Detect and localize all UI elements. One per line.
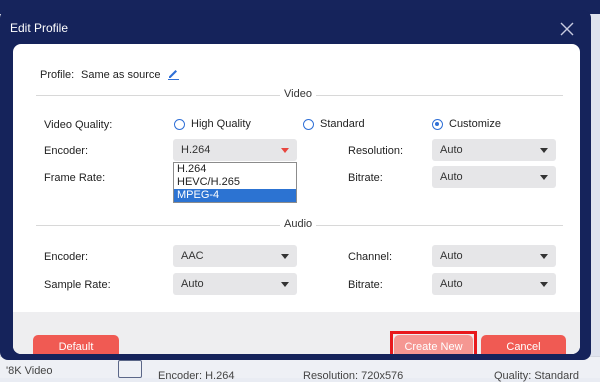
radio-label: High Quality [191,118,251,130]
create-new-highlight-box [390,331,477,354]
radio-label: Customize [449,118,501,130]
chevron-down-icon [540,281,548,287]
background-resolution-text: Resolution: 720x576 [303,370,404,382]
radio-high-quality[interactable]: High Quality [174,118,251,130]
channel-label: Channel: [348,251,393,263]
video-thumbnail-icon [118,360,142,378]
video-section-title: Video [280,88,316,100]
video-quality-label: Video Quality: [44,119,113,131]
audio-bitrate-value: Auto [440,278,463,290]
channel-select[interactable]: Auto [432,245,556,267]
radio-standard[interactable]: Standard [303,118,365,130]
chevron-down-icon [540,147,548,153]
video-encoder-dropdown-list: H.264 HEVC/H.265 MPEG-4 [173,162,297,203]
video-bitrate-select[interactable]: Auto [432,166,556,188]
chevron-down-icon [540,174,548,180]
dialog-footer: Default Create New Cancel [13,312,580,354]
sample-rate-label: Sample Rate: [44,279,111,291]
sample-rate-value: Auto [181,278,204,290]
edit-profile-dialog: Edit Profile Profile: Same as source Vid… [0,10,591,360]
audio-bitrate-label: Bitrate: [348,279,383,291]
video-encoder-select[interactable]: H.264 [173,139,297,161]
close-button[interactable] [557,19,577,39]
dropdown-option-hevc[interactable]: HEVC/H.265 [174,176,296,189]
profile-label: Profile: [40,69,75,81]
video-encoder-label: Encoder: [44,145,89,157]
profile-value: Same as source [81,69,161,81]
chevron-down-icon [540,253,548,259]
resolution-value: Auto [440,144,463,156]
radio-circle-selected [432,118,443,130]
resolution-label: Resolution: [348,145,404,157]
audio-encoder-label: Encoder: [44,251,89,263]
sample-rate-select[interactable]: Auto [173,273,297,295]
background-quality-text: Quality: Standard [494,370,579,382]
frame-rate-label: Frame Rate: [44,172,106,184]
edit-profile-button[interactable] [167,67,180,80]
audio-bitrate-select[interactable]: Auto [432,273,556,295]
resolution-select[interactable]: Auto [432,139,556,161]
cancel-button[interactable]: Cancel [481,335,566,354]
pencil-icon [168,70,179,80]
video-encoder-value: H.264 [181,144,211,156]
audio-encoder-value: AAC [181,250,204,262]
audio-encoder-select[interactable]: AAC [173,245,297,267]
chevron-down-icon [281,281,289,287]
audio-section-title: Audio [280,218,317,230]
radio-customize[interactable]: Customize [432,118,501,130]
chevron-down-icon [281,147,289,153]
dropdown-option-h264[interactable]: H.264 [174,163,296,176]
dropdown-option-mpeg4[interactable]: MPEG-4 [174,189,296,202]
video-bitrate-value: Auto [440,171,463,183]
channel-value: Auto [440,250,463,262]
dialog-content-panel: Profile: Same as source Video Video Qual… [13,44,580,354]
default-button[interactable]: Default [33,335,119,354]
video-bitrate-label: Bitrate: [348,172,383,184]
chevron-down-icon [281,253,289,259]
dialog-title: Edit Profile [10,21,69,35]
radio-circle [174,118,185,130]
background-video-label: '8K Video [6,365,53,377]
close-icon [560,22,574,36]
radio-circle [303,118,314,130]
radio-label: Standard [320,118,365,130]
background-encoder-text: Encoder: H.264 [158,370,235,382]
